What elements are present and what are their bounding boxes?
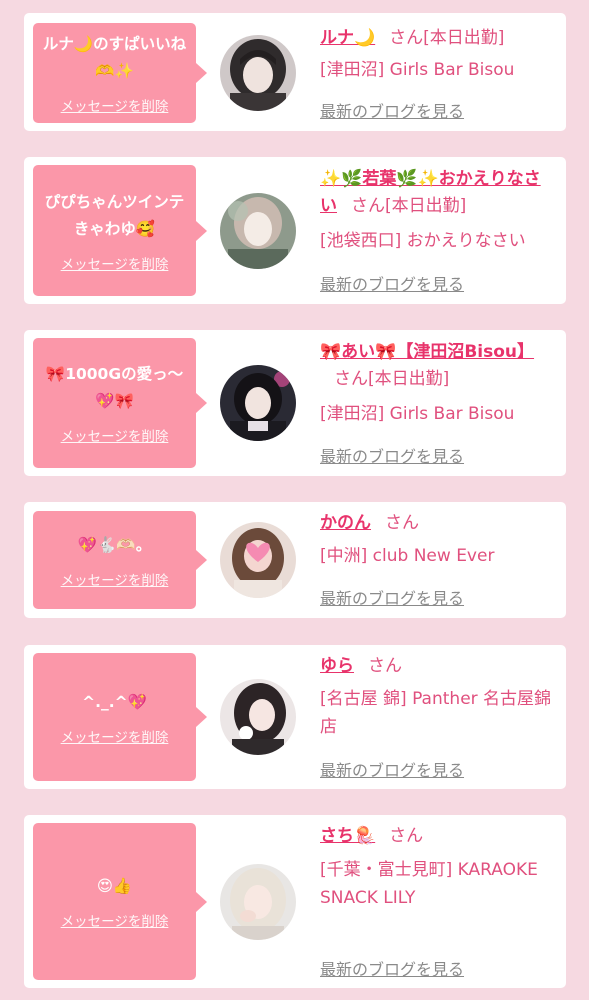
cast-info: さち🪼 さん [千葉・富士見町] KARAOKE SNACK LILY 最新のブロ… <box>320 815 556 988</box>
delete-message-link[interactable]: メッセージを削除 <box>61 569 169 589</box>
avatar-photo <box>220 522 296 598</box>
cast-name-link[interactable]: ゆら <box>320 656 354 676</box>
cast-info: かのん さん [中洲] club New Ever 最新のブログを見る <box>320 502 556 618</box>
avatar[interactable] <box>220 193 296 269</box>
honorific: さん <box>351 196 385 216</box>
avatar[interactable] <box>220 864 296 940</box>
shop-name: [池袋西口] おかえりなさい <box>320 231 526 251</box>
shop-name: [津田沼] Girls Bar Bisou <box>320 404 515 424</box>
name-line: 🎀あい🎀【津田沼Bisou】さん[本日出勤] <box>320 339 556 393</box>
avatar[interactable] <box>220 522 296 598</box>
shop-name: [津田沼] Girls Bar Bisou <box>320 60 515 80</box>
honorific: さん <box>368 656 402 676</box>
message-bubble: ルナ🌙のすぱいいね🫶✨ メッセージを削除 <box>33 23 207 123</box>
delete-message-link[interactable]: メッセージを削除 <box>61 95 169 115</box>
cast-name-link[interactable]: 🎀あい🎀【津田沼Bisou】 <box>320 342 534 362</box>
delete-message-link[interactable]: メッセージを削除 <box>61 726 169 746</box>
cast-info: 🎀あい🎀【津田沼Bisou】さん[本日出勤] [津田沼] Girls Bar B… <box>320 330 556 476</box>
blog-link[interactable]: 最新のブログを見る <box>320 271 464 295</box>
cast-info: ゆら さん [名古屋 錦] Panther 名古屋錦店 最新のブログを見る <box>320 645 556 789</box>
message-card: ぴぴちゃんツインテきゃわゆ🥰 メッセージを削除 ✨🌿若葉🌿✨おかえりなさい さん[… <box>24 157 566 304</box>
honorific: さん <box>389 826 424 846</box>
name-line: かのん さん <box>320 510 556 537</box>
message-bubble: 😍👍 メッセージを削除 <box>33 823 207 980</box>
delete-message-link[interactable]: メッセージを削除 <box>61 425 169 445</box>
blog-link[interactable]: 最新のブログを見る <box>320 443 464 467</box>
cast-info: ルナ🌙 さん[本日出勤] [津田沼] Girls Bar Bisou 最新のブログ… <box>320 13 556 131</box>
message-text: ルナ🌙のすぱいいね🫶✨ <box>42 35 187 80</box>
name-line: さち🪼 さん <box>320 823 556 850</box>
delete-message-link[interactable]: メッセージを削除 <box>61 910 169 930</box>
shop-name: [中洲] club New Ever <box>320 546 495 566</box>
blog-link[interactable]: 最新のブログを見る <box>320 585 464 609</box>
avatar-photo <box>220 864 296 940</box>
message-bubble: 💖🐇🫶🏻。 メッセージを削除 <box>33 511 207 609</box>
honorific: さん <box>334 369 368 389</box>
message-text: 😍👍 <box>96 877 133 895</box>
message-card: ^._.^💖 メッセージを削除 ゆら さん [名古屋 錦] Panther 名古屋… <box>24 645 566 789</box>
cast-name-link[interactable]: ルナ🌙 <box>320 28 375 48</box>
message-bubble: ^._.^💖 メッセージを削除 <box>33 653 207 781</box>
avatar-photo <box>220 679 296 755</box>
cast-name-link[interactable]: さち🪼 <box>320 826 375 846</box>
blog-link[interactable]: 最新のブログを見る <box>320 956 464 980</box>
message-text: 💖🐇🫶🏻。 <box>77 535 152 554</box>
name-line: ルナ🌙 さん[本日出勤] <box>320 25 556 52</box>
honorific: さん <box>389 28 424 48</box>
message-text: ^._.^💖 <box>82 692 147 711</box>
message-card: ルナ🌙のすぱいいね🫶✨ メッセージを削除 ルナ🌙 さん[本日出勤] [津田沼] G… <box>24 13 566 131</box>
avatar-photo <box>220 365 296 441</box>
message-text: ぴぴちゃんツインテきゃわゆ🥰 <box>44 192 185 238</box>
shop-name: [千葉・富士見町] KARAOKE SNACK LILY <box>320 860 538 908</box>
avatar[interactable] <box>220 679 296 755</box>
message-card: 💖🐇🫶🏻。 メッセージを削除 かのん さん [中洲] club New Ever … <box>24 502 566 618</box>
delete-message-link[interactable]: メッセージを削除 <box>61 253 169 273</box>
honorific: さん <box>385 513 419 533</box>
cast-info: ✨🌿若葉🌿✨おかえりなさい さん[本日出勤] [池袋西口] おかえりなさい 最新の… <box>320 157 556 304</box>
status-label: [本日出勤] <box>423 28 505 48</box>
blog-link[interactable]: 最新のブログを見る <box>320 757 464 781</box>
message-card: 🎀1000Gの愛っ〜💖🎀 メッセージを削除 🎀あい🎀【津田沼Bisou】さん[本… <box>24 330 566 476</box>
message-bubble: ぴぴちゃんツインテきゃわゆ🥰 メッセージを削除 <box>33 165 207 296</box>
message-text: 🎀1000Gの愛っ〜💖🎀 <box>45 365 184 410</box>
avatar-photo <box>220 193 296 269</box>
status-label: [本日出勤] <box>385 196 467 216</box>
shop-name: [名古屋 錦] Panther 名古屋錦店 <box>320 689 552 737</box>
cast-name-link[interactable]: かのん <box>320 513 371 533</box>
avatar-photo <box>220 35 296 111</box>
avatar[interactable] <box>220 365 296 441</box>
avatar[interactable] <box>220 35 296 111</box>
message-bubble: 🎀1000Gの愛っ〜💖🎀 メッセージを削除 <box>33 338 207 468</box>
message-card: 😍👍 メッセージを削除 さち🪼 さん [千葉・富士見町] KARAOKE SNAC… <box>24 815 566 988</box>
status-label: [本日出勤] <box>368 369 450 389</box>
blog-link[interactable]: 最新のブログを見る <box>320 98 464 122</box>
name-line: ✨🌿若葉🌿✨おかえりなさい さん[本日出勤] <box>320 166 556 220</box>
name-line: ゆら さん <box>320 653 556 680</box>
